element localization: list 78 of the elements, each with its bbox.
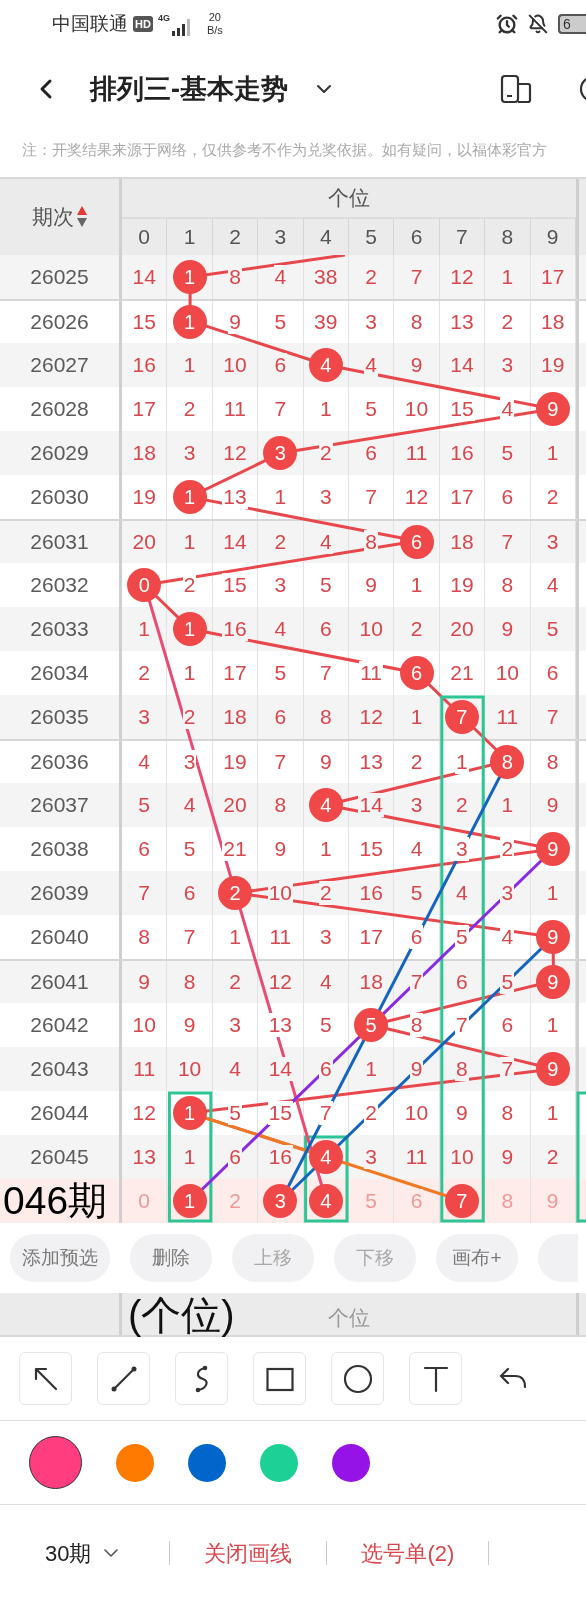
color-swatch[interactable] xyxy=(29,1436,82,1489)
bottom-link[interactable]: 关闭画线 xyxy=(204,1536,293,1570)
table-cell: 2 xyxy=(364,1101,378,1125)
text-tool-icon xyxy=(422,1364,449,1393)
alarm-icon xyxy=(496,13,518,35)
action-pill[interactable]: 添加预选 xyxy=(10,1234,110,1282)
table-cell: 4 xyxy=(500,397,515,421)
circle-icon xyxy=(342,1363,373,1394)
disclaimer-text: 注：开奖结果来源于网络，仅供参考不作为兑奖依据。如有疑问，以福体彩官方 xyxy=(22,141,547,161)
table-cell: 14 xyxy=(358,793,384,817)
period-cell-text: 26028 xyxy=(29,396,90,423)
period-cell-text: 26039 xyxy=(29,880,90,907)
page-title: 排列三-基本走势 xyxy=(90,72,288,106)
period-cell-text: 26025 xyxy=(29,264,90,291)
period-cell-text: 26037 xyxy=(29,792,90,819)
period-cell-text: 26027 xyxy=(29,352,90,379)
period-cell-text: 26044 xyxy=(29,1100,90,1127)
group-header: 个位 xyxy=(328,1304,370,1331)
battery-level: 6 xyxy=(558,14,586,34)
color-swatch[interactable] xyxy=(260,1443,298,1482)
annotation-text: (个位) xyxy=(128,1293,235,1337)
speed-unit: B/s xyxy=(206,24,223,37)
signal-icon xyxy=(170,17,193,37)
speed-value: 20 xyxy=(208,11,221,24)
period-cell-text: 26036 xyxy=(29,749,90,776)
period-selector[interactable]: 30期 xyxy=(45,1536,124,1570)
period-label: 046期 xyxy=(2,1181,108,1221)
period-header: 期次 xyxy=(31,204,74,231)
hd-badge: HD xyxy=(133,16,153,32)
network-type: 4G xyxy=(157,12,170,25)
table-cell: 6 xyxy=(318,1057,333,1081)
period-cell-text: 26034 xyxy=(29,660,90,687)
device-icon[interactable] xyxy=(500,74,532,104)
period-cell-text: 26042 xyxy=(29,1012,90,1039)
table-cell: 8 xyxy=(364,530,378,554)
sort-icon[interactable] xyxy=(75,205,88,229)
table-cell: 8 xyxy=(409,1013,424,1037)
tool-button[interactable] xyxy=(175,1352,228,1405)
table-cell: 10 xyxy=(267,881,294,905)
table-cell: 3 xyxy=(455,837,469,861)
color-swatch[interactable] xyxy=(332,1443,370,1482)
table-cell: 5 xyxy=(500,970,515,994)
table-cell: 6 xyxy=(409,925,424,949)
tool-button[interactable] xyxy=(331,1352,384,1405)
period-cell-text: 26031 xyxy=(29,529,90,556)
action-pill[interactable]: 画布+ xyxy=(436,1234,518,1282)
tool-button[interactable] xyxy=(19,1352,72,1405)
tool-button[interactable] xyxy=(97,1352,150,1405)
period-cell-text: 26041 xyxy=(29,969,90,996)
bottom-link[interactable]: 选号单(2) xyxy=(361,1536,455,1570)
group-header: 个位 xyxy=(328,185,370,212)
action-pill[interactable]: 删除 xyxy=(130,1234,212,1282)
period-cell-text: 26045 xyxy=(29,1144,90,1171)
period-cell-text: 26043 xyxy=(29,1056,90,1083)
period-cell-text: 26033 xyxy=(29,616,90,643)
period-cell-text: 26030 xyxy=(29,484,90,511)
table-cell: 2 xyxy=(318,881,333,905)
mute-icon xyxy=(528,14,548,34)
period-cell-text: 26032 xyxy=(29,572,90,599)
carrier-name: 中国联通 xyxy=(52,11,128,36)
table-cell: 14 xyxy=(267,1057,294,1081)
tool-button[interactable] xyxy=(253,1352,306,1405)
color-swatch[interactable] xyxy=(116,1443,154,1482)
line-icon xyxy=(109,1364,138,1393)
table-cell: 7 xyxy=(455,1013,469,1037)
color-swatch[interactable] xyxy=(188,1443,226,1482)
table-cell: 7 xyxy=(318,1101,333,1125)
period-cell-text: 26038 xyxy=(29,836,90,863)
table-cell: 6 xyxy=(228,1145,242,1169)
tool-button[interactable] xyxy=(409,1352,462,1405)
period-cell-text: 26029 xyxy=(29,440,90,467)
table-cell: 15 xyxy=(267,1101,294,1125)
table-cell: 5 xyxy=(455,925,469,949)
table-cell: 13 xyxy=(267,1013,294,1037)
period-cell-text: 26040 xyxy=(29,924,90,951)
period-cell-text: 26035 xyxy=(29,704,90,731)
table-cell: 2 xyxy=(500,837,515,861)
period-cell-text: 26026 xyxy=(29,309,90,336)
